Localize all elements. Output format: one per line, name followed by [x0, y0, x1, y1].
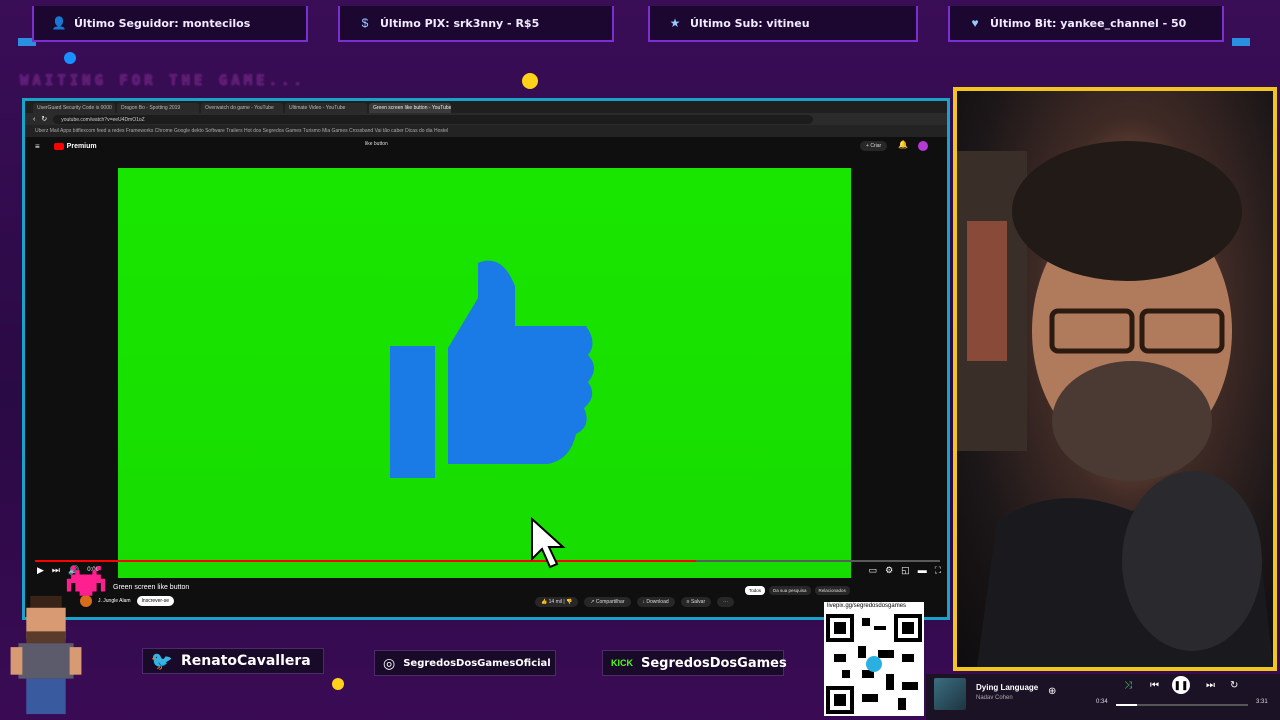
save-label: Salvar — [690, 599, 706, 605]
yellow-sparkle-bottom — [332, 678, 344, 690]
browser-tab[interactable]: Dragon Bo - Spotting 2019 — [117, 103, 199, 113]
music-player: Dying Language Nadav Cohen ⊕ ⤨ ⏮ ❚❚ ⏭ ↻ … — [926, 674, 1280, 720]
pixel-character-sprite — [10, 595, 82, 715]
menu-icon[interactable]: ≡ — [35, 142, 40, 151]
theater-icon[interactable]: ▬ — [918, 565, 927, 575]
song-title: Dying Language — [976, 683, 1039, 692]
recommendation-chips: Todos Da sua pesquisa Relacionados — [745, 586, 850, 595]
song-artist: Nadav Cohen — [976, 695, 1013, 701]
latest-pix-alert: $ Último PIX: srk3nny - R$5 — [338, 6, 614, 42]
video-player[interactable] — [118, 168, 851, 578]
create-button[interactable]: + Criar — [860, 141, 888, 151]
notifications-icon[interactable]: 🔔 — [898, 140, 908, 149]
yellow-sparkle — [522, 73, 538, 89]
latest-follower-alert: 👤 Último Seguidor: montecilos — [32, 6, 308, 42]
subtitles-icon[interactable]: ▭ — [869, 565, 878, 576]
kick-icon: KICK — [611, 658, 633, 668]
browser-tab[interactable]: UserGuard Security Code is 0000 — [33, 103, 115, 113]
repeat-icon[interactable]: ↻ — [1230, 680, 1238, 691]
miniplayer-icon[interactable]: ◱ — [901, 565, 910, 576]
user-icon: 👤 — [51, 16, 67, 30]
qr-url: livepix.gg/segredosdosgames — [824, 602, 924, 612]
bookmarks-bar[interactable]: Uberz Mail Apps bitflexcom feed a redes … — [25, 125, 947, 137]
settings-icon[interactable]: ⚙ — [885, 565, 893, 576]
video-actions: 👍 14 mil | 👎 ↗ Compartilhar ↓ Download ≡… — [535, 597, 735, 607]
add-to-library-icon[interactable]: ⊕ — [1048, 686, 1056, 697]
subscribe-button[interactable]: Inscrever-se — [136, 596, 175, 606]
twitter-name: RenatoCavallera — [181, 653, 311, 669]
waiting-for-game-text: WAITING FOR THE GAME... — [20, 73, 306, 89]
video-info: Green screen like button J. Jungle Alam … — [25, 581, 947, 617]
star-icon: ★ — [669, 16, 681, 30]
browser-tab[interactable]: Overwatch do game - YouTube — [201, 103, 283, 113]
chip-all[interactable]: Todos — [745, 586, 766, 595]
instagram-icon: ◎ — [383, 654, 396, 671]
pause-button[interactable]: ❚❚ — [1172, 676, 1190, 694]
youtube-search-input[interactable]: like button — [365, 141, 600, 151]
youtube-logo-label: Premium — [66, 142, 97, 150]
heart-icon: ♥ — [971, 16, 979, 30]
more-actions-icon[interactable]: ⋯ — [717, 597, 735, 607]
qr-code-icon — [826, 614, 922, 714]
kick-handle: KICK SegredosDosGames — [602, 650, 787, 676]
chip-from-search[interactable]: Da sua pesquisa — [769, 586, 811, 595]
save-button[interactable]: ≡ Salvar — [680, 597, 712, 607]
like-count: 14 mil — [548, 599, 562, 605]
download-label: Download — [646, 599, 669, 605]
dollar-icon: $ — [361, 16, 369, 30]
chip-related[interactable]: Relacionados — [814, 586, 850, 595]
album-art — [934, 678, 966, 710]
download-button[interactable]: ↓ Download — [636, 597, 675, 607]
latest-bit-alert: ♥ Último Bit: yankee_channel - 50 — [948, 6, 1224, 42]
youtube-logo[interactable]: Premium — [53, 142, 97, 150]
like-button[interactable]: 👍 14 mil | 👎 — [535, 597, 579, 607]
elapsed-time: 0:34 — [1096, 699, 1108, 705]
thumbs-up-icon — [390, 260, 594, 478]
latest-pix-text: Último PIX: srk3nny - R$5 — [380, 16, 540, 30]
youtube-header: ≡ Premium like button + Criar 🔔 — [25, 137, 947, 155]
next-track-icon[interactable]: ⏭ — [1206, 680, 1215, 691]
shuffle-icon[interactable]: ⤨ — [1124, 680, 1132, 691]
instagram-handle: ◎ SegredosDosGamesOficial — [374, 650, 556, 676]
reload-icon[interactable]: ↻ — [41, 115, 47, 123]
latest-bit-text: Último Bit: yankee_channel - 50 — [990, 16, 1187, 30]
latest-sub-alert: ★ Último Sub: vitineu — [648, 6, 918, 42]
track-progress[interactable] — [1116, 704, 1248, 706]
webcam-feed — [953, 87, 1277, 671]
previous-icon[interactable]: ⏮ — [1150, 680, 1159, 691]
create-label: Criar — [870, 143, 882, 149]
address-bar[interactable]: youtube.com/watch?v=eeU4DmO1oZ — [53, 114, 814, 124]
livepix-qr-code — [824, 612, 924, 716]
frame-corner-right — [1232, 38, 1250, 46]
twitter-handle: 🐦 RenatoCavallera — [142, 648, 324, 674]
twitter-icon: 🐦 — [150, 650, 174, 671]
browser-window: UserGuard Security Code is 0000 Dragon B… — [22, 98, 950, 620]
latest-sub-text: Último Sub: vitineu — [690, 16, 810, 30]
youtube-play-icon — [53, 142, 64, 150]
video-title: Green screen like button — [113, 584, 190, 591]
latest-follower-text: Último Seguidor: montecilos — [74, 16, 251, 30]
fullscreen-icon[interactable]: ⛶ — [935, 565, 941, 576]
share-label: Compartilhar — [595, 599, 625, 605]
mouse-cursor-icon — [531, 517, 566, 569]
blue-sparkle — [64, 52, 76, 64]
browser-tab[interactable]: Ultimate Video - YouTube — [285, 103, 367, 113]
video-controls: ▶ ⏭ 🔊 0:00 ▭ ⚙ ◱ ▬ ⛶ — [25, 561, 947, 579]
back-icon[interactable]: ‹ — [33, 116, 35, 123]
address-bar-row: ‹ ↻ youtube.com/watch?v=eeU4DmO1oZ — [25, 113, 947, 125]
browser-tab-bar: UserGuard Security Code is 0000 Dragon B… — [25, 101, 947, 113]
total-time: 3:31 — [1256, 699, 1268, 705]
streamer-silhouette — [957, 141, 1273, 667]
account-avatar[interactable] — [918, 141, 928, 151]
play-icon[interactable]: ▶ — [37, 565, 44, 576]
track-progress-fill — [1116, 704, 1138, 706]
kick-name: SegredosDosGames — [641, 655, 787, 671]
share-button[interactable]: ↗ Compartilhar — [584, 597, 631, 607]
instagram-name: SegredosDosGamesOficial — [403, 657, 551, 669]
browser-tab-active[interactable]: Green screen like button - YouTube — [369, 103, 451, 113]
